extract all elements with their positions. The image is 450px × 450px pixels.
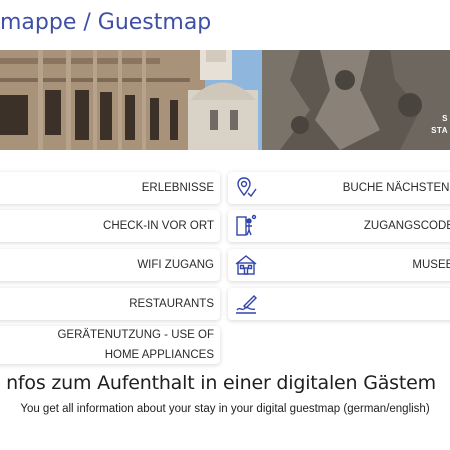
menu-item-house-rules[interactable]: HA bbox=[228, 288, 450, 320]
menu-item-label: RESTAURANTS bbox=[129, 298, 214, 310]
guestmap-menu: ERLEBNISSE CHECK-IN VOR ORT WIFI ZUGANG … bbox=[0, 170, 450, 365]
menu-item-wifi[interactable]: WIFI ZUGANG bbox=[0, 249, 220, 281]
menu-item-label: GERÄTENUTZUNG - USE OF HOME APPLIANCES bbox=[57, 329, 214, 361]
menu-item-geraetenutzung[interactable]: GERÄTENUTZUNG - USE OF HOME APPLIANCES bbox=[0, 326, 220, 364]
menu-item-restaurants[interactable]: RESTAURANTS bbox=[0, 288, 220, 320]
menu-item-label: BUCHE NÄCHSTEN AU bbox=[342, 182, 450, 194]
page-title: mappe / Guestmap bbox=[0, 10, 212, 35]
map-pin-check-icon bbox=[234, 176, 258, 200]
door-person-icon bbox=[234, 214, 258, 238]
menu-item-booking[interactable]: BUCHE NÄCHSTEN AU bbox=[228, 172, 450, 204]
signature-pen-icon bbox=[234, 292, 258, 316]
info-heading: nfos zum Aufenthalt in einer digitalen G… bbox=[6, 372, 436, 394]
hero-banner: S STA bbox=[0, 50, 450, 150]
menu-item-label: WIFI ZUGANG bbox=[137, 259, 214, 271]
menu-item-label: CHECK-IN VOR ORT bbox=[103, 220, 214, 232]
menu-item-label: ERLEBNISSE bbox=[141, 182, 214, 194]
menu-item-museums[interactable]: MUSEEN / bbox=[228, 249, 450, 281]
menu-item-access-code[interactable]: ZUGANGSCODE W bbox=[228, 210, 450, 242]
menu-item-erlebnisse[interactable]: ERLEBNISSE bbox=[0, 172, 220, 204]
banner-caption-1: S bbox=[442, 114, 448, 123]
banner-caption-2: STA bbox=[431, 126, 448, 135]
menu-item-check-in[interactable]: CHECK-IN VOR ORT bbox=[0, 210, 220, 242]
menu-item-label: ZUGANGSCODE W bbox=[363, 220, 450, 232]
house-icon bbox=[234, 253, 258, 277]
info-subtitle: You get all information about your stay … bbox=[20, 403, 430, 415]
menu-item-label: MUSEEN / bbox=[412, 259, 450, 271]
hero-image bbox=[0, 50, 450, 150]
